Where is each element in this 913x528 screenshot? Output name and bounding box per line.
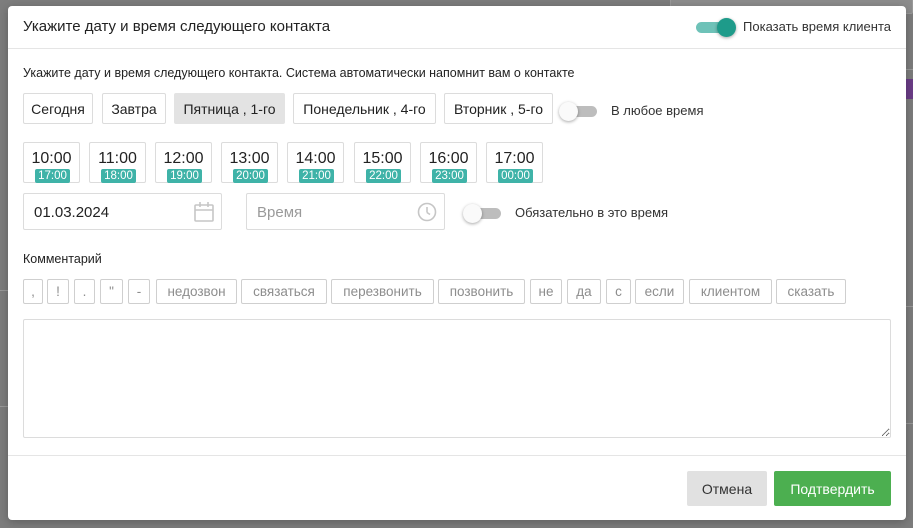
time-placeholder: Время bbox=[257, 204, 303, 221]
quick-insert-chip[interactable]: недозвон bbox=[156, 279, 237, 304]
quick-insert-chip[interactable]: , bbox=[23, 279, 43, 304]
time-slot-button[interactable]: 12:00 19:00 bbox=[155, 142, 212, 183]
cancel-button[interactable]: Отмена bbox=[687, 471, 767, 506]
any-time-switch[interactable] bbox=[559, 101, 599, 121]
client-time-label: Показать время клиента bbox=[743, 19, 891, 34]
confirm-button[interactable]: Подтвердить bbox=[774, 471, 891, 506]
date-value: 01.03.2024 bbox=[34, 204, 110, 221]
time-slot-label: 14:00 bbox=[295, 150, 336, 167]
quick-insert-chip[interactable]: . bbox=[74, 279, 95, 304]
clock-icon[interactable] bbox=[416, 201, 438, 227]
client-time-badge: 17:00 bbox=[35, 169, 70, 183]
client-time-badge: 19:00 bbox=[167, 169, 202, 183]
time-slot-button[interactable]: 16:00 23:00 bbox=[420, 142, 477, 183]
quick-insert-chip[interactable]: не bbox=[530, 279, 562, 304]
quick-insert-chip[interactable]: " bbox=[100, 279, 123, 304]
client-time-badge: 18:00 bbox=[101, 169, 136, 183]
quick-insert-chip[interactable]: если bbox=[635, 279, 684, 304]
time-slot-button[interactable]: 13:00 20:00 bbox=[221, 142, 278, 183]
time-slot-label: 17:00 bbox=[494, 150, 535, 167]
show-client-time-toggle[interactable]: Показать время клиента bbox=[696, 17, 891, 37]
quick-insert-chip[interactable]: ! bbox=[47, 279, 69, 304]
day-button-monday[interactable]: Понедельник , 4-го bbox=[293, 93, 436, 124]
quick-insert-chip[interactable]: сказать bbox=[776, 279, 846, 304]
any-time-label: В любое время bbox=[611, 103, 704, 118]
time-slot-label: 15:00 bbox=[362, 150, 403, 167]
dialog-title: Укажите дату и время следующего контакта bbox=[23, 18, 331, 35]
client-time-badge: 22:00 bbox=[366, 169, 401, 183]
next-contact-dialog: Укажите дату и время следующего контакта… bbox=[8, 6, 906, 520]
time-slot-button[interactable]: 10:00 17:00 bbox=[23, 142, 80, 183]
quick-insert-chip[interactable]: перезвонить bbox=[331, 279, 434, 304]
day-button-tuesday[interactable]: Вторник , 5-го bbox=[444, 93, 553, 124]
quick-insert-chip[interactable]: да bbox=[567, 279, 601, 304]
background-divider bbox=[0, 406, 8, 407]
exact-time-switch[interactable] bbox=[463, 203, 503, 223]
quick-insert-chip[interactable]: связаться bbox=[241, 279, 327, 304]
dialog-header: Укажите дату и время следующего контакта… bbox=[8, 6, 906, 49]
time-slot-label: 11:00 bbox=[98, 150, 137, 167]
quick-insert-chip[interactable]: позвонить bbox=[438, 279, 525, 304]
client-time-switch[interactable] bbox=[696, 17, 737, 37]
time-slot-label: 12:00 bbox=[163, 150, 204, 167]
time-slot-button[interactable]: 14:00 21:00 bbox=[287, 142, 344, 183]
time-input[interactable]: Время bbox=[246, 193, 445, 230]
calendar-icon[interactable] bbox=[193, 201, 215, 227]
quick-insert-chip[interactable]: - bbox=[128, 279, 150, 304]
date-input[interactable]: 01.03.2024 bbox=[23, 193, 222, 230]
quick-insert-chip[interactable]: клиентом bbox=[689, 279, 772, 304]
exact-time-label: Обязательно в это время bbox=[515, 205, 669, 220]
client-time-badge: 20:00 bbox=[233, 169, 268, 183]
exact-time-toggle[interactable]: Обязательно в это время bbox=[463, 203, 669, 223]
client-time-badge: 21:00 bbox=[299, 169, 334, 183]
quick-insert-chip[interactable]: с bbox=[606, 279, 631, 304]
client-time-badge: 23:00 bbox=[432, 169, 467, 183]
time-slot-button[interactable]: 11:00 18:00 bbox=[89, 142, 146, 183]
comment-label: Комментарий bbox=[23, 252, 102, 266]
time-slot-label: 16:00 bbox=[428, 150, 469, 167]
background-divider bbox=[0, 290, 8, 291]
time-slot-label: 13:00 bbox=[229, 150, 270, 167]
footer-divider bbox=[8, 455, 906, 456]
time-slot-button[interactable]: 15:00 22:00 bbox=[354, 142, 411, 183]
day-button-friday[interactable]: Пятница , 1-го bbox=[174, 93, 285, 124]
any-time-toggle[interactable]: В любое время bbox=[559, 101, 704, 121]
day-button-today[interactable]: Сегодня bbox=[23, 93, 93, 124]
time-slot-button[interactable]: 17:00 00:00 bbox=[486, 142, 543, 183]
comment-textarea[interactable] bbox=[23, 319, 891, 438]
dialog-hint: Укажите дату и время следующего контакта… bbox=[23, 66, 575, 80]
time-slot-label: 10:00 bbox=[31, 150, 72, 167]
client-time-badge: 00:00 bbox=[498, 169, 533, 183]
day-button-tomorrow[interactable]: Завтра bbox=[102, 93, 166, 124]
